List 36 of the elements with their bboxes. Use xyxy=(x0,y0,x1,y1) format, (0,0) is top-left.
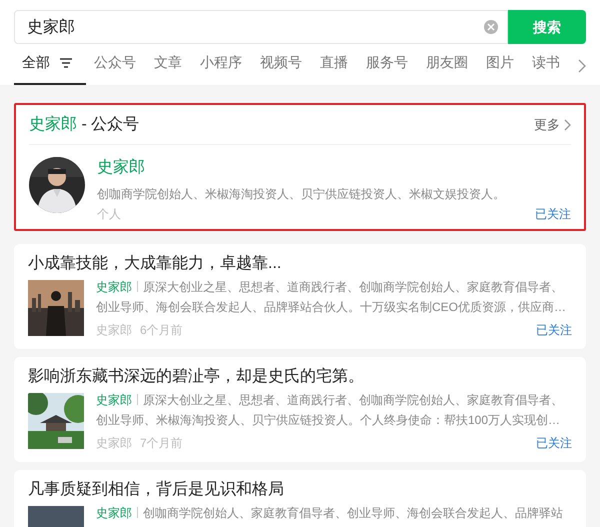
tab[interactable]: 全部 xyxy=(14,52,86,85)
article-summary: 史家郎 原深大创业之星、思想者、道商践行者、创咖商学院创始人、家庭教育倡导者、创业导师、海创会联合发起人、品牌驿站合伙人。十万级实名制CEO优质资源，供应商… xyxy=(96,279,568,316)
article-title[interactable]: 凡事质疑到相信，背后是见识和格局 xyxy=(28,479,572,501)
more-link[interactable]: 更多 xyxy=(534,114,571,134)
article-summary: 史家郎 创咖商学院创始人、家庭教育倡导者、创业导师、海创会联合发起人、品牌驿站 xyxy=(96,505,564,522)
follow-status[interactable]: 已关注 xyxy=(535,205,571,223)
tab[interactable]: 小程序 xyxy=(192,52,250,85)
filter-icon[interactable] xyxy=(60,58,72,68)
account-name[interactable]: 史家郎 xyxy=(97,157,145,179)
tab[interactable]: 公众号 xyxy=(86,52,144,85)
article-card[interactable]: 小成靠技能，大成靠能力，卓越靠... 史家郎 原深大创业之星、思想者、道商践行者、创咖商学院创始人、家庭教育倡导者、创业导师、海创会联合发起人、品牌驿站合伙人。十万级实名制CEO优质资源，供应商… 史家郎 6个月前 已关注 xyxy=(14,244,586,349)
account-description: 创咖商学院创始人、米椒海淘投资人、贝宁供应链投资人、米椒文娱投资人。 xyxy=(97,186,505,203)
section-title: - 公众号 xyxy=(80,114,140,134)
article-card[interactable]: 影响浙东藏书深远的碧沚亭，却是史氏的宅第。 史家郎 原深大创业之星、思想者、道商践行者、创咖商学院创始人、家庭教育倡导者、创业导师、米椒海淘投资人、贝宁供应链投资人。个人终身使命：帮扶100万人实现创… 史家郎 7个月前 已关注 xyxy=(14,357,586,462)
follow-status[interactable]: 已关注 xyxy=(536,434,572,452)
search-button[interactable]: 搜索 xyxy=(508,10,586,44)
source-name: 史家郎 xyxy=(96,322,132,339)
article-title[interactable]: 影响浙东藏书深远的碧沚亭，却是史氏的宅第。 xyxy=(28,366,572,388)
chevron-right-icon xyxy=(564,118,571,130)
tab[interactable]: 视频号 xyxy=(252,52,310,85)
source-name: 史家郎 xyxy=(96,435,132,452)
account-type: 个人 xyxy=(97,206,121,223)
query-text: 史家郎 xyxy=(29,114,77,134)
publish-time: 7个月前 xyxy=(140,435,183,452)
search-field[interactable]: 史家郎 xyxy=(14,10,508,44)
tab[interactable]: 朋友圈 xyxy=(418,52,476,85)
publish-time: 6个月前 xyxy=(140,322,183,339)
tab[interactable]: 图片 xyxy=(478,52,522,85)
tab[interactable]: 文章 xyxy=(146,52,190,85)
article-summary: 史家郎 原深大创业之星、思想者、道商践行者、创咖商学院创始人、家庭教育倡导者、创业导师、米椒海淘投资人、贝宁供应链投资人。个人终身使命：帮扶100万人实现创… xyxy=(96,392,564,429)
article-card[interactable]: 凡事质疑到相信，背后是见识和格局 史家郎 创咖商学院创始人、家庭教育倡导者、创业导师、海创会联合发起人、品牌驿站 xyxy=(14,470,586,527)
tab[interactable]: 服务号 xyxy=(358,52,416,85)
tab[interactable]: 直播 xyxy=(312,52,356,85)
article-title[interactable]: 小成靠技能，大成靠能力，卓越靠... xyxy=(28,253,572,275)
tab[interactable]: 读书 xyxy=(524,52,568,85)
follow-status[interactable]: 已关注 xyxy=(536,321,572,339)
